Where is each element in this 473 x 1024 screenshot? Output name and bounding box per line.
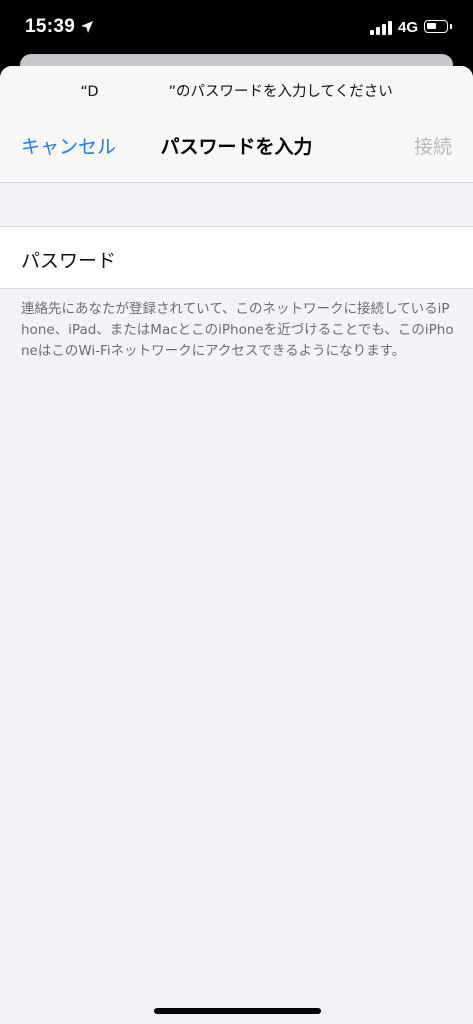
- password-row[interactable]: パスワード: [0, 226, 473, 289]
- password-prompt: “D ”のパスワードを入力してください: [0, 80, 473, 101]
- password-label: パスワード: [21, 250, 117, 272]
- network-type-label: 4G: [398, 19, 419, 36]
- redacted-network-name: [98, 85, 169, 99]
- password-input[interactable]: [140, 237, 454, 279]
- battery-icon: [424, 20, 448, 33]
- sheet-header: “D ”のパスワードを入力してください キャンセル パスワードを入力 接続: [0, 66, 473, 183]
- prompt-text: ”のパスワードを入力してください: [168, 84, 393, 100]
- location-arrow-icon: [81, 21, 93, 33]
- battery-tip: [450, 24, 452, 29]
- cancel-button[interactable]: キャンセル: [21, 132, 116, 159]
- cellular-signal-icon: [370, 21, 394, 35]
- status-bar: 15:39 4G: [0, 0, 473, 58]
- prompt-network-name: “D: [80, 84, 99, 100]
- home-indicator[interactable]: [154, 1008, 321, 1014]
- join-button[interactable]: 接続: [414, 132, 452, 159]
- password-sharing-note: 連絡先にあなたが登録されていて、このネットワークに接続しているiPhone、iP…: [21, 301, 454, 359]
- status-time: 15:39: [25, 16, 76, 37]
- password-sheet: “D ”のパスワードを入力してください キャンセル パスワードを入力 接続 パスワ…: [0, 66, 473, 1024]
